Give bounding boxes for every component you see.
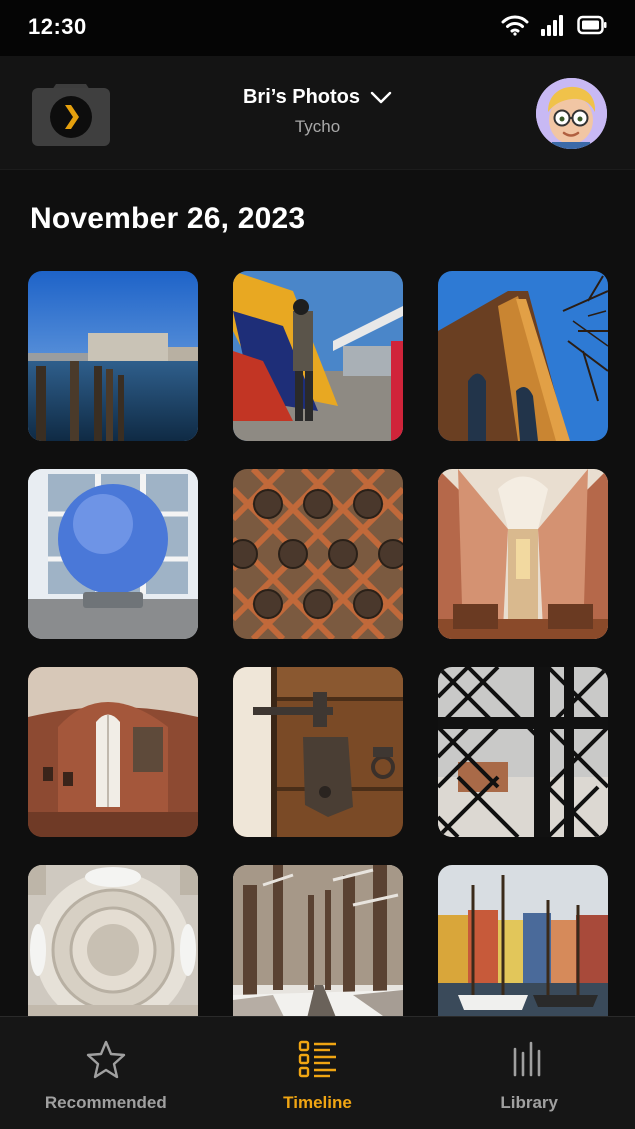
- status-icons: [501, 14, 607, 36]
- cathedral-nave-photo[interactable]: [438, 469, 608, 639]
- avatar[interactable]: [536, 78, 607, 149]
- brick-chapel-interior-photo[interactable]: [28, 667, 198, 837]
- album-title: Bri’s Photos: [242, 86, 361, 108]
- glass-sphere-window-photo[interactable]: [28, 469, 198, 639]
- tab-recommended[interactable]: Recommended: [0, 1017, 212, 1129]
- tab-library[interactable]: Library: [423, 1017, 635, 1129]
- chevron-down-icon: [370, 91, 392, 103]
- status-time: 12:30: [28, 14, 87, 39]
- snowy-window-lattice-photo[interactable]: [438, 667, 608, 837]
- library-icon: [513, 1041, 541, 1077]
- snowy-forest-path-photo[interactable]: [233, 865, 403, 1035]
- domed-ceiling-photo[interactable]: [28, 865, 198, 1035]
- star-icon: [86, 1040, 126, 1079]
- old-wooden-door-hinge-photo[interactable]: [233, 667, 403, 837]
- brick-church-tower-photo[interactable]: [438, 271, 608, 441]
- nyhavn-canal-photo[interactable]: [438, 865, 608, 1035]
- tab-timeline-label: Timeline: [283, 1093, 352, 1112]
- tab-recommended-label: Recommended: [44, 1093, 167, 1112]
- app-header: Bri’s Photos Tycho: [0, 56, 635, 170]
- tab-library-label: Library: [500, 1093, 558, 1112]
- harbor-waterfront-photo[interactable]: [28, 271, 198, 441]
- date-heading: November 26, 2023: [30, 202, 306, 235]
- photos-app-screen: 12:30 Bri’s Photos Tycho November 26, 20…: [0, 0, 635, 1129]
- signal-icon: [541, 15, 563, 36]
- battery-icon: [577, 15, 607, 35]
- tab-timeline[interactable]: Timeline: [212, 1017, 424, 1129]
- tab-bar: Recommended Timeline Library: [0, 1016, 635, 1129]
- timeline-list-icon: [298, 1040, 336, 1078]
- status-bar: 12:30: [0, 0, 635, 56]
- person-with-flag-on-bridge-photo[interactable]: [233, 271, 403, 441]
- ornate-metal-lattice-photo[interactable]: [233, 469, 403, 639]
- wifi-icon: [501, 15, 529, 36]
